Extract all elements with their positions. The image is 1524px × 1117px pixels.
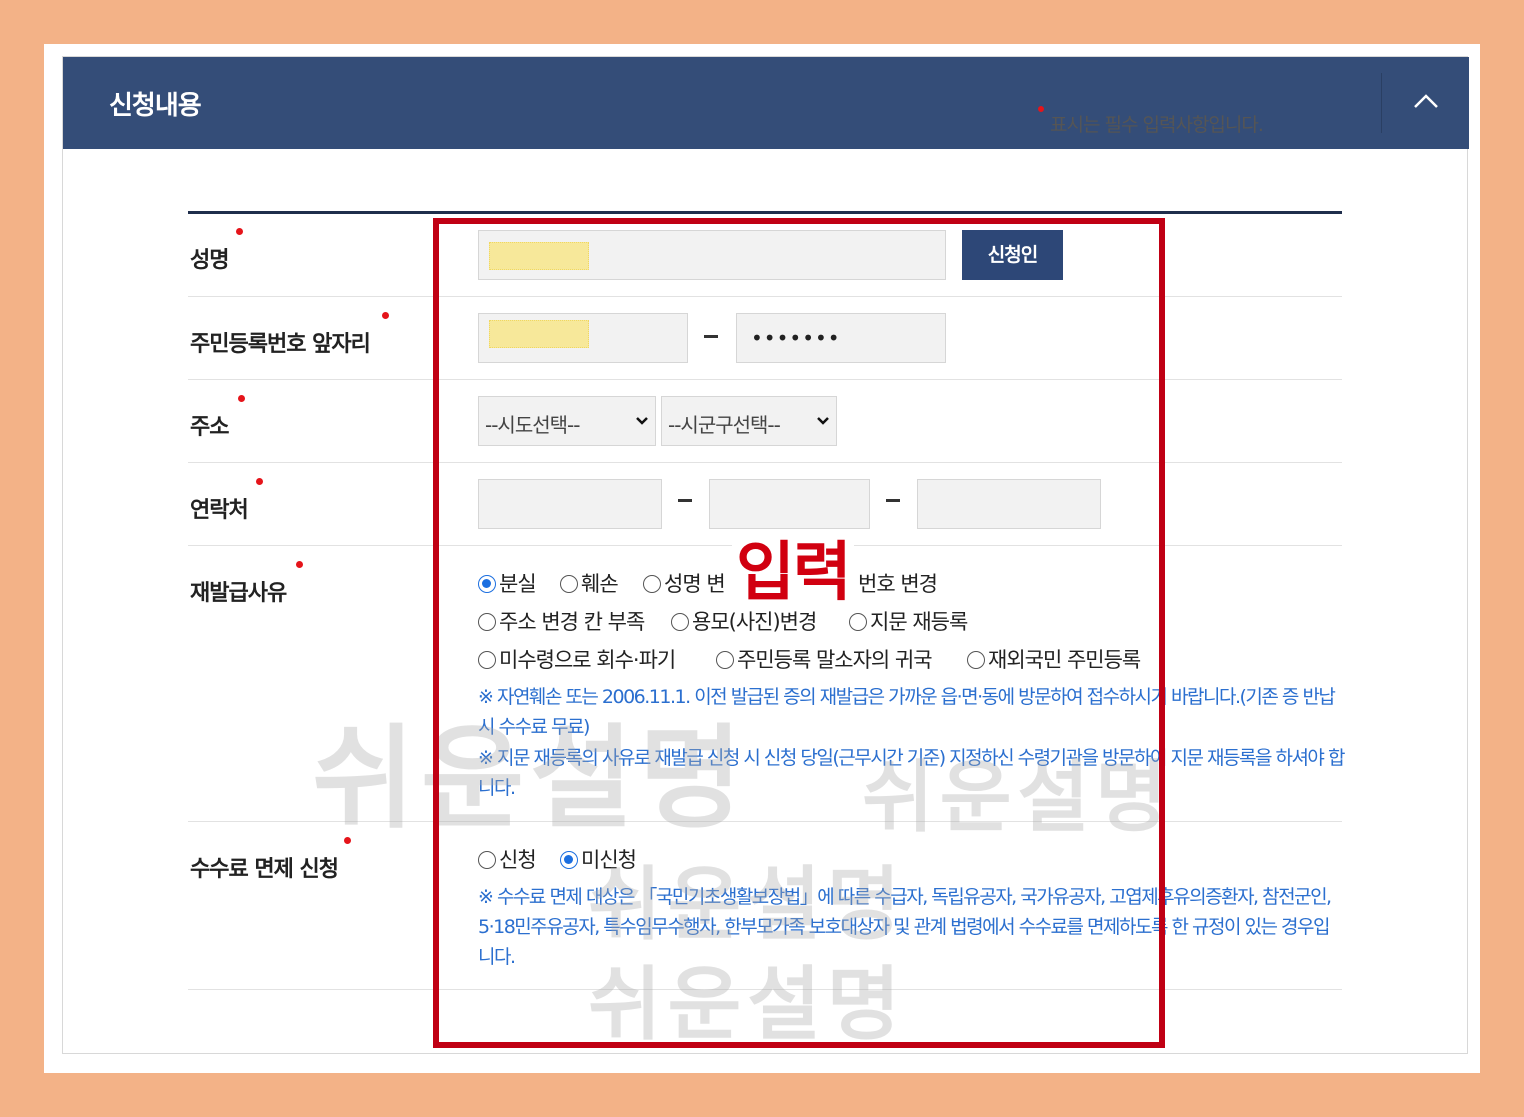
fee-radio-apply[interactable]: 신청 (478, 844, 537, 874)
required-note-text: 표시는 필수 입력사항입니다. (1050, 114, 1264, 136)
radio-selected-icon (478, 575, 496, 593)
radio-label: 훼손 (581, 572, 619, 596)
sigungu-select-value: --시군구선택-- (668, 413, 781, 437)
reason-radio-address-full[interactable]: 주소 변경 칸 부족 (478, 606, 645, 636)
sido-select[interactable]: --시도선택-- (478, 396, 656, 446)
radio-label: 용모(사진)변경 (692, 610, 817, 634)
row-divider (188, 296, 1342, 297)
applicant-button[interactable]: 신청인 (962, 230, 1063, 280)
reason-notice-2: ※ 지문 재등록의 사유로 재발급 신청 시 신청 당일(근무시간 기준) 지정… (478, 747, 1345, 799)
required-dot-icon (256, 478, 263, 485)
sido-select-value: --시도선택-- (485, 413, 580, 437)
name-label-text: 성명 (190, 248, 229, 273)
separator-dash (886, 499, 900, 502)
radio-icon (478, 651, 496, 669)
radio-icon (967, 651, 985, 669)
header-divider (1381, 73, 1382, 133)
reason-label-text: 재발급사유 (190, 581, 287, 606)
reason-radio-overseas[interactable]: 재외국민 주민등록 (967, 644, 1141, 674)
radio-icon (643, 575, 661, 593)
radio-label: 미신청 (581, 848, 637, 872)
contact-label: 연락처 (190, 478, 263, 524)
radio-label: 미수령으로 회수·파기 (499, 648, 676, 672)
separator-dash (678, 499, 692, 502)
chevron-down-icon (636, 417, 648, 425)
radio-selected-icon (560, 851, 578, 869)
radio-label: 신청 (499, 848, 537, 872)
radio-label: 주소 변경 칸 부족 (499, 610, 645, 634)
name-input[interactable] (478, 230, 946, 280)
reason-radio-unclaimed[interactable]: 미수령으로 회수·파기 (478, 644, 676, 674)
radio-icon (560, 575, 578, 593)
reason-radio-damaged[interactable]: 훼손 (560, 568, 619, 598)
reason-radio-return[interactable]: 주민등록 말소자의 귀국 (716, 644, 933, 674)
radio-icon (671, 613, 689, 631)
required-note: 표시는 필수 입력사항입니다. (1038, 106, 1264, 137)
resident-id-label-text: 주민등록번호 앞자리 (190, 332, 371, 357)
radio-label: 재외국민 주민등록 (988, 648, 1141, 672)
masked-value (489, 242, 589, 270)
radio-label: 번호 변경 (858, 572, 938, 596)
radio-icon (478, 851, 496, 869)
required-dot-icon (1038, 106, 1044, 112)
input-annotation-label: 입력 (732, 535, 854, 611)
fee-label: 수수료 면제 신청 (190, 837, 351, 883)
required-dot-icon (236, 228, 243, 235)
row-divider (188, 821, 1342, 822)
password-dots: ••••••• (751, 326, 841, 350)
sigungu-select[interactable]: --시군구선택-- (661, 396, 837, 446)
address-label-text: 주소 (190, 415, 229, 440)
phone-part3-input[interactable] (917, 479, 1101, 529)
radio-icon (716, 651, 734, 669)
radio-label: 주민등록 말소자의 귀국 (737, 648, 933, 672)
phone-part1-input[interactable] (478, 479, 662, 529)
row-divider (188, 462, 1342, 463)
fee-radio-not-apply[interactable]: 미신청 (560, 844, 637, 874)
address-label: 주소 (190, 395, 245, 441)
fee-notice: ※ 수수료 면제 대상은 「국민기초생활보장법」에 따른 수급자, 독립유공자,… (478, 886, 1332, 968)
reason-label: 재발급사유 (190, 561, 303, 607)
contact-label-text: 연락처 (190, 498, 249, 523)
chevron-down-icon (817, 417, 829, 425)
fee-label-text: 수수료 면제 신청 (190, 857, 339, 882)
reason-radio-name-change[interactable]: 성명 변 (643, 568, 726, 598)
name-label: 성명 (190, 228, 243, 274)
radio-icon (478, 613, 496, 631)
radio-label: 분실 (499, 572, 537, 596)
separator-dash (704, 335, 718, 338)
reason-radio-number-change[interactable]: 번호 변경 (858, 568, 938, 598)
resident-id-back-input[interactable]: ••••••• (736, 313, 946, 363)
panel-title: 신청내용 (109, 91, 202, 121)
phone-part2-input[interactable] (709, 479, 870, 529)
radio-label: 성명 변 (664, 572, 726, 596)
collapse-button[interactable] (1383, 57, 1469, 149)
required-dot-icon (344, 837, 351, 844)
radio-label: 지문 재등록 (870, 610, 968, 634)
required-dot-icon (382, 312, 389, 319)
resident-id-label: 주민등록번호 앞자리 (190, 312, 389, 358)
reason-notice-1: ※ 자연훼손 또는 2006.11.1. 이전 발급된 증의 재발급은 가까운 … (478, 686, 1336, 738)
reason-radio-lost[interactable]: 분실 (478, 568, 537, 598)
resident-id-front-input[interactable] (478, 313, 688, 363)
row-divider (188, 989, 1342, 990)
masked-value (489, 320, 589, 348)
chevron-up-icon (1414, 94, 1438, 108)
form-top-border (188, 211, 1342, 214)
required-dot-icon (296, 561, 303, 568)
radio-icon (849, 613, 867, 631)
row-divider (188, 379, 1342, 380)
reason-radio-fingerprint[interactable]: 지문 재등록 (849, 606, 968, 636)
required-dot-icon (238, 395, 245, 402)
